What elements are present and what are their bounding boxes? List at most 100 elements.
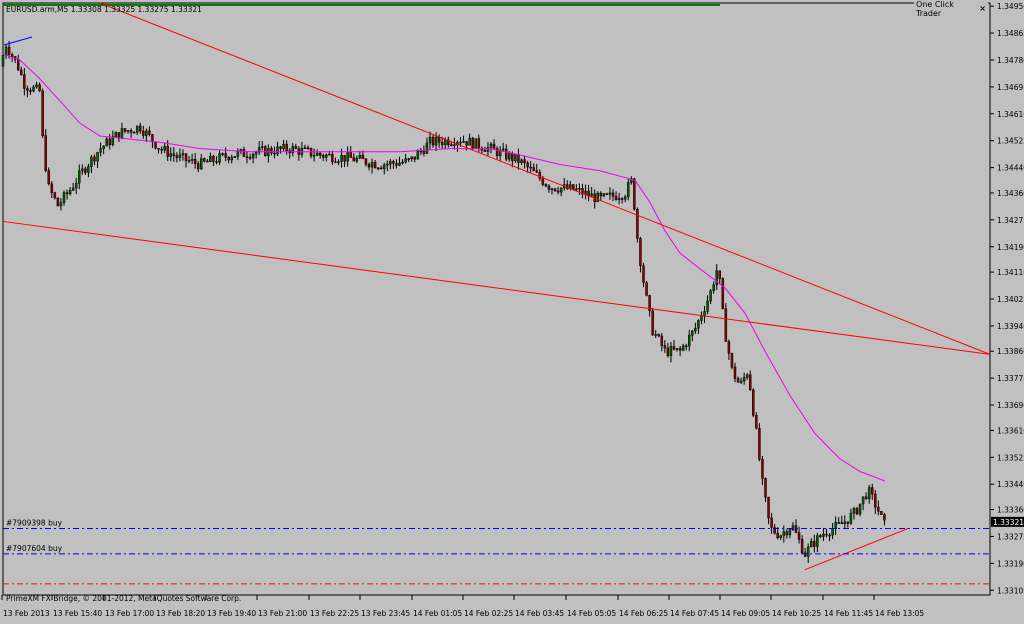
candle-body [764,478,767,498]
x-tick-label: 13 Feb 23:45 [361,609,410,618]
candle-body [453,144,456,146]
candle-body [852,508,856,514]
price-chart-svg[interactable]: 1.34950 1.34865 1.34780 1.34695 1.34610 1.345… [0,0,1024,620]
candle-body [520,159,523,163]
y-tick-label: 1.34110 [997,268,1024,277]
candle-body [160,148,163,151]
candle-body [800,539,804,553]
candle-body [706,300,709,312]
candle-body [505,148,508,160]
candle-body [87,166,90,173]
candle-body [700,316,703,321]
candle-body [190,158,194,161]
candle-body [730,353,734,368]
candle-body [4,46,8,56]
candle-body [840,522,843,525]
candle-body [752,389,755,416]
candle-body [367,164,371,168]
candle-body [761,459,764,479]
candle-body [636,209,639,239]
candle-body [867,487,871,499]
candle-body [739,380,743,383]
candle-body [273,152,276,155]
candle-body [575,188,578,191]
candle-body [639,238,642,266]
y-tick-label: 1.34865 [997,29,1024,38]
candle-body [553,188,557,192]
candle-body [645,282,648,296]
candle-body [837,522,840,524]
candle-body [303,147,307,149]
candle-body [718,270,721,279]
candle-body [261,146,264,148]
close-icon[interactable]: × [979,4,986,13]
candle-body [691,330,694,336]
candle-body [672,346,676,350]
candle-body [282,143,285,149]
candle-body [544,184,548,187]
candle-body [822,533,825,537]
candle-body [56,197,60,207]
candle-body [874,493,877,508]
candle-body [755,415,758,429]
y-tick-label: 1.33275 [997,532,1024,541]
x-tick-label: 14 Feb 09:05 [721,609,770,618]
candle-body [65,192,69,194]
candle-body [511,153,514,162]
x-tick-label: 14 Feb 06:25 [619,609,668,618]
one-click-trader-panel[interactable]: One Click Trader × [914,0,988,18]
candle-body [660,335,664,346]
candle-body [355,157,359,162]
candle-body [666,347,670,356]
candle-body [880,511,883,515]
x-tick-label: 14 Feb 10:25 [772,609,821,618]
x-tick-label: 13 Feb 2013 [3,609,50,618]
candle-body [831,528,834,536]
candle-body [29,90,32,92]
candle-body [135,125,139,133]
candle-body [392,161,395,164]
candle-body [864,496,868,499]
candle-body [154,141,157,149]
x-tick-label: 14 Feb 02:25 [464,609,513,618]
candle-body [477,138,481,149]
candle-body [264,146,267,157]
candle-body [129,130,133,133]
candle-body [599,192,603,197]
candle-body [209,155,212,163]
candle-body [236,151,240,157]
y-tick-label: 1.34695 [997,83,1024,92]
y-tick-label: 1.34610 [997,110,1024,119]
candle-body [422,150,426,154]
candle-body [318,152,322,156]
candle-body [279,146,282,149]
candle-body [779,535,782,539]
candle-body [547,185,551,190]
x-tick-label: 14 Feb 01:05 [413,609,462,618]
candle-body [1,55,5,67]
candle-body [697,320,700,329]
candle-body [163,146,166,151]
candle-body [41,90,44,136]
candle-body [74,182,78,189]
candle-body [572,184,575,191]
candle-body [50,183,54,193]
candle-body [529,166,532,169]
candle-body [794,525,798,533]
candle-body [203,158,206,162]
candle-body [413,156,416,160]
y-tick-label: 1.33105 [997,586,1024,595]
candle-body [306,147,310,149]
chart-area[interactable]: 1.34950 1.34865 1.34780 1.34695 1.34610 1.345… [0,0,1024,620]
candle-body [395,163,398,166]
candle-body [221,153,224,155]
candle-body [227,157,230,161]
candle-body [181,153,185,156]
candle-body [462,141,465,143]
candle-body [343,155,346,162]
candle-body [218,153,221,163]
candle-body [404,158,407,163]
y-tick-label: 1.34780 [997,56,1024,65]
candle-body [459,141,462,144]
candle-body [157,148,160,150]
